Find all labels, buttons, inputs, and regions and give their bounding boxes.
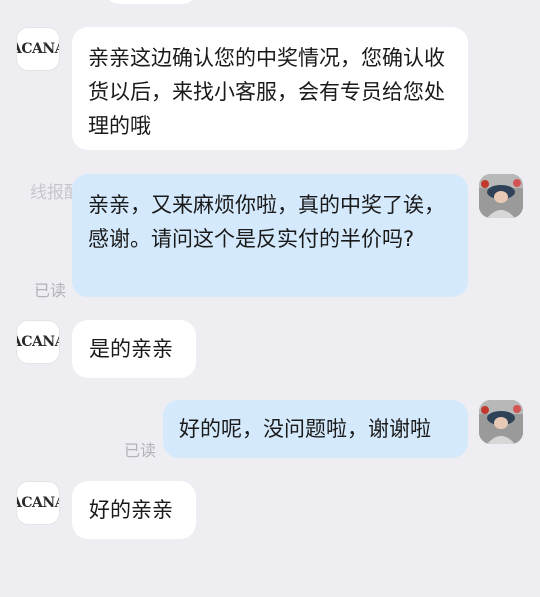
message-bubble[interactable]: 好的亲亲	[72, 481, 196, 539]
partial-message-bubble[interactable]	[104, 0, 198, 4]
shop-avatar[interactable]: ACANA	[16, 481, 60, 525]
chat-thread: ACANA 亲亲这边确认您的中奖情况，您确认收货以后，来找小客服，会有专员给您处…	[0, 0, 540, 597]
read-status: 已读	[34, 281, 67, 300]
shop-avatar[interactable]: ACANA	[16, 320, 60, 364]
message-bubble[interactable]: 好的呢，没问题啦，谢谢啦	[163, 400, 468, 458]
message-text: 好的亲亲	[89, 498, 173, 522]
message-text: 亲亲，又来麻烦你啦，真的中奖了诶，感谢。请问这个是反实付的半价吗?	[88, 193, 445, 251]
message-bubble[interactable]: 是的亲亲	[72, 320, 196, 378]
shop-logo-text: ACANA	[17, 495, 59, 511]
read-status: 已读	[124, 441, 157, 460]
user-avatar-image	[479, 174, 523, 218]
message-text: 好的呢，没问题啦，谢谢啦	[179, 417, 431, 441]
message-bubble[interactable]: 亲亲这边确认您的中奖情况，您确认收货以后，来找小客服，会有专员给您处理的哦	[72, 27, 468, 150]
shop-logo-text: ACANA	[17, 334, 59, 350]
shop-avatar[interactable]: ACANA	[16, 27, 60, 71]
user-avatar[interactable]	[479, 400, 523, 444]
user-avatar-image	[479, 400, 523, 444]
message-text: 是的亲亲	[89, 337, 173, 361]
message-bubble[interactable]: 亲亲，又来麻烦你啦，真的中奖了诶，感谢。请问这个是反实付的半价吗?	[72, 174, 468, 297]
user-avatar[interactable]	[479, 174, 523, 218]
shop-logo-text: ACANA	[17, 41, 59, 57]
message-text: 亲亲这边确认您的中奖情况，您确认收货以后，来找小客服，会有专员给您处理的哦	[88, 46, 445, 138]
